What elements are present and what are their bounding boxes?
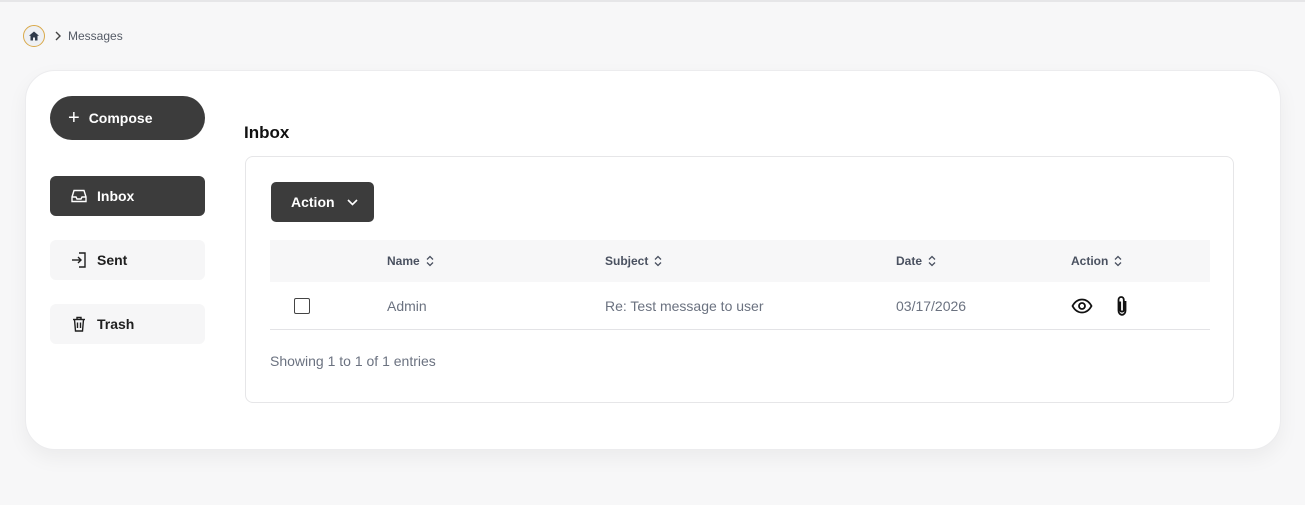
sort-icon <box>654 255 662 267</box>
action-label: Action <box>291 194 335 210</box>
row-checkbox-cell <box>294 282 310 330</box>
sort-icon <box>1114 255 1122 267</box>
messages-card: + Compose Inbox Sent Trash Inbox Action … <box>25 70 1281 450</box>
eye-icon[interactable] <box>1070 294 1094 318</box>
action-dropdown-button[interactable]: Action <box>271 182 374 222</box>
row-date: 03/17/2026 <box>896 298 967 314</box>
breadcrumb-current[interactable]: Messages <box>68 29 123 43</box>
sort-icon <box>928 255 936 267</box>
column-header-date[interactable]: Date <box>896 240 936 282</box>
column-header-name[interactable]: Name <box>387 240 434 282</box>
table-header: Name Subject Date Action <box>270 240 1210 282</box>
column-header-action[interactable]: Action <box>1071 240 1122 282</box>
sidebar-item-inbox[interactable]: Inbox <box>50 176 205 216</box>
column-header-subject[interactable]: Subject <box>605 240 662 282</box>
paperclip-icon[interactable] <box>1110 294 1134 318</box>
row-checkbox[interactable] <box>294 298 310 314</box>
sent-icon <box>69 250 89 270</box>
table-row: Admin Re: Test message to user 03/17/202… <box>270 282 1210 330</box>
sidebar-item-label: Sent <box>97 252 128 268</box>
row-actions <box>1070 282 1134 330</box>
home-button[interactable] <box>23 25 45 47</box>
row-subject[interactable]: Re: Test message to user <box>605 282 763 330</box>
sidebar-item-sent[interactable]: Sent <box>50 240 205 280</box>
row-name[interactable]: Admin <box>387 282 427 330</box>
breadcrumb: Messages <box>23 25 123 47</box>
sidebar-item-label: Inbox <box>97 188 135 204</box>
sort-icon <box>426 255 434 267</box>
top-divider <box>0 0 1305 2</box>
chevron-right-icon <box>54 31 62 41</box>
messages-panel: Action Name Subject Date Action Admin Re… <box>245 156 1234 403</box>
compose-label: Compose <box>88 110 153 126</box>
table-info-text: Showing 1 to 1 of 1 entries <box>270 353 436 369</box>
plus-icon: + <box>68 107 80 129</box>
compose-button[interactable]: + Compose <box>50 96 205 140</box>
trash-icon <box>69 314 89 334</box>
home-icon <box>29 31 39 41</box>
chevron-down-icon <box>346 198 358 206</box>
inbox-icon <box>69 186 89 206</box>
sidebar-item-label: Trash <box>97 316 135 332</box>
page-title: Inbox <box>244 123 290 142</box>
sidebar-item-trash[interactable]: Trash <box>50 304 205 344</box>
